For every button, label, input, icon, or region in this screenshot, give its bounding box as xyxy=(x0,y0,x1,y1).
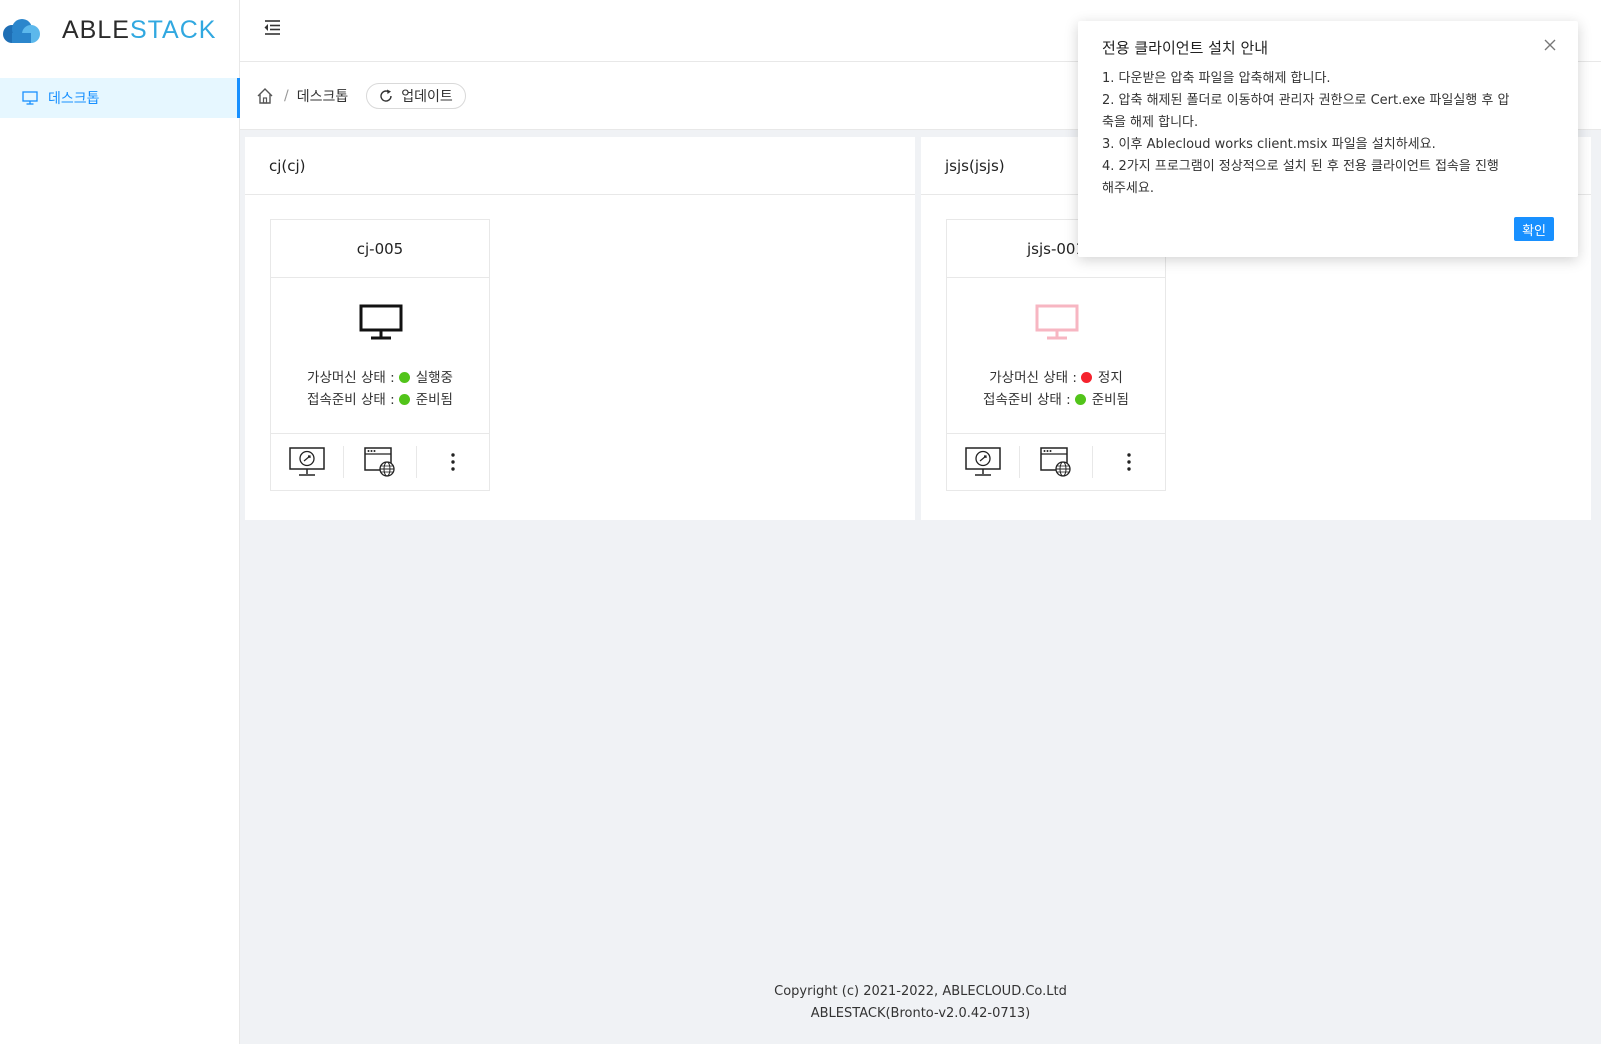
notification-line: 4. 2가지 프로그램이 정상적으로 설치 된 후 전용 클라이언트 접속을 진… xyxy=(1102,159,1499,174)
notification-line: 축을 해제 합니다. xyxy=(1102,115,1199,130)
web-browser-icon xyxy=(1040,447,1071,477)
connection-status: 접속준비 상태 : 준비됨 xyxy=(307,392,453,408)
copyright-text: Copyright (c) 2021-2022, ABLECLOUD.Co.Lt… xyxy=(774,984,1067,999)
breadcrumb-current: 데스크톱 xyxy=(296,88,349,105)
status-dot-red xyxy=(1080,372,1092,383)
vm-body: 가상머신 상태 : 정지 접속준비 상태 : 준비됨 xyxy=(947,278,1165,434)
refresh-button[interactable]: 업데이트 xyxy=(366,82,466,109)
status-dot-green xyxy=(398,372,410,383)
cloud-logo-icon xyxy=(3,18,40,43)
breadcrumb-separator: / xyxy=(284,87,289,104)
menu-fold-icon[interactable] xyxy=(262,18,282,36)
footer: Copyright (c) 2021-2022, ABLECLOUD.Co.Lt… xyxy=(240,981,1601,1025)
more-vertical-icon xyxy=(1127,453,1131,471)
notification-line: 해주세요. xyxy=(1102,181,1154,196)
more-options-button[interactable] xyxy=(417,446,489,478)
logo[interactable]: ABLESTACK xyxy=(0,0,239,61)
close-icon[interactable] xyxy=(1544,39,1556,51)
remote-desktop-button[interactable] xyxy=(947,446,1020,478)
desktop-icon xyxy=(22,91,38,105)
version-text: ABLESTACK(Bronto-v2.0.42-0713) xyxy=(810,1006,1031,1021)
notification-line: 3. 이후 Ablecloud works client.msix 파일을 설치… xyxy=(1102,137,1436,152)
vm-actions xyxy=(271,434,489,490)
group-panel: cj(cj) cj-005 가상머신 상태 : 실행중 접속준비 상태 : 준비됨 xyxy=(245,137,915,520)
more-options-button[interactable] xyxy=(1093,446,1165,478)
vm-card: jsjs-001 가상머신 상태 : 정지 접속준비 상태 : 준비됨 xyxy=(946,219,1166,491)
sidebar-item-label: 데스크톱 xyxy=(48,91,100,107)
remote-desktop-icon xyxy=(289,447,325,476)
notification-line: 1. 다운받은 압축 파일을 압축해제 합니다. xyxy=(1102,71,1331,86)
refresh-label: 업데이트 xyxy=(401,88,453,105)
reload-icon xyxy=(380,89,392,102)
notification-title: 전용 클라이언트 설치 안내 xyxy=(1102,39,1269,57)
monitor-icon xyxy=(359,304,403,340)
monitor-icon xyxy=(1035,304,1079,340)
remote-desktop-icon xyxy=(965,447,1001,476)
confirm-button[interactable]: 확인 xyxy=(1514,217,1554,241)
group-title: cj(cj) xyxy=(245,137,915,195)
sidebar-item-desktop[interactable]: 데스크톱 xyxy=(0,78,240,118)
web-console-button[interactable] xyxy=(1020,446,1093,478)
status-dot-green xyxy=(1074,394,1086,405)
client-install-notification: 전용 클라이언트 설치 안내 1. 다운받은 압축 파일을 압축해제 합니다. … xyxy=(1078,21,1578,257)
web-browser-icon xyxy=(364,447,395,477)
connection-status: 접속준비 상태 : 준비됨 xyxy=(983,392,1129,408)
notification-line: 2. 압축 해제된 폴더로 이동하여 관리자 권한으로 Cert.exe 파일실… xyxy=(1102,93,1510,108)
vm-name: cj-005 xyxy=(271,220,489,278)
remote-desktop-button[interactable] xyxy=(271,446,344,478)
web-console-button[interactable] xyxy=(344,446,417,478)
sidebar: ABLESTACK 데스크톱 xyxy=(0,0,240,1044)
logo-text: ABLESTACK xyxy=(62,16,217,44)
vm-body: 가상머신 상태 : 실행중 접속준비 상태 : 준비됨 xyxy=(271,278,489,434)
vm-status: 가상머신 상태 : 실행중 xyxy=(307,370,453,386)
vm-status: 가상머신 상태 : 정지 xyxy=(989,370,1123,386)
vm-actions xyxy=(947,434,1165,490)
status-dot-green xyxy=(398,394,410,405)
home-icon[interactable] xyxy=(256,87,274,105)
more-vertical-icon xyxy=(451,453,455,471)
vm-card: cj-005 가상머신 상태 : 실행중 접속준비 상태 : 준비됨 xyxy=(270,219,490,491)
